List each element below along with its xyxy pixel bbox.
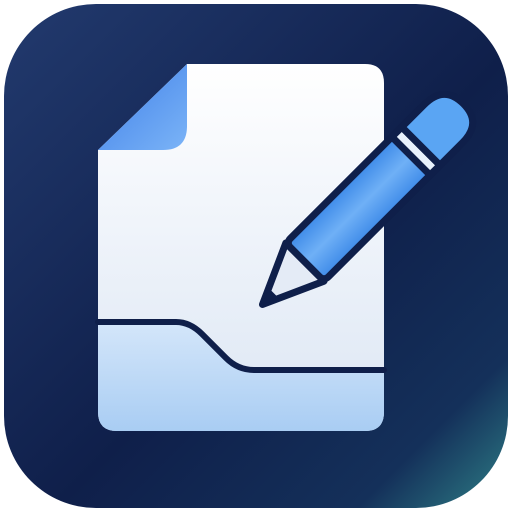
- document-edit-icon: [4, 4, 508, 508]
- app-icon: [0, 0, 512, 512]
